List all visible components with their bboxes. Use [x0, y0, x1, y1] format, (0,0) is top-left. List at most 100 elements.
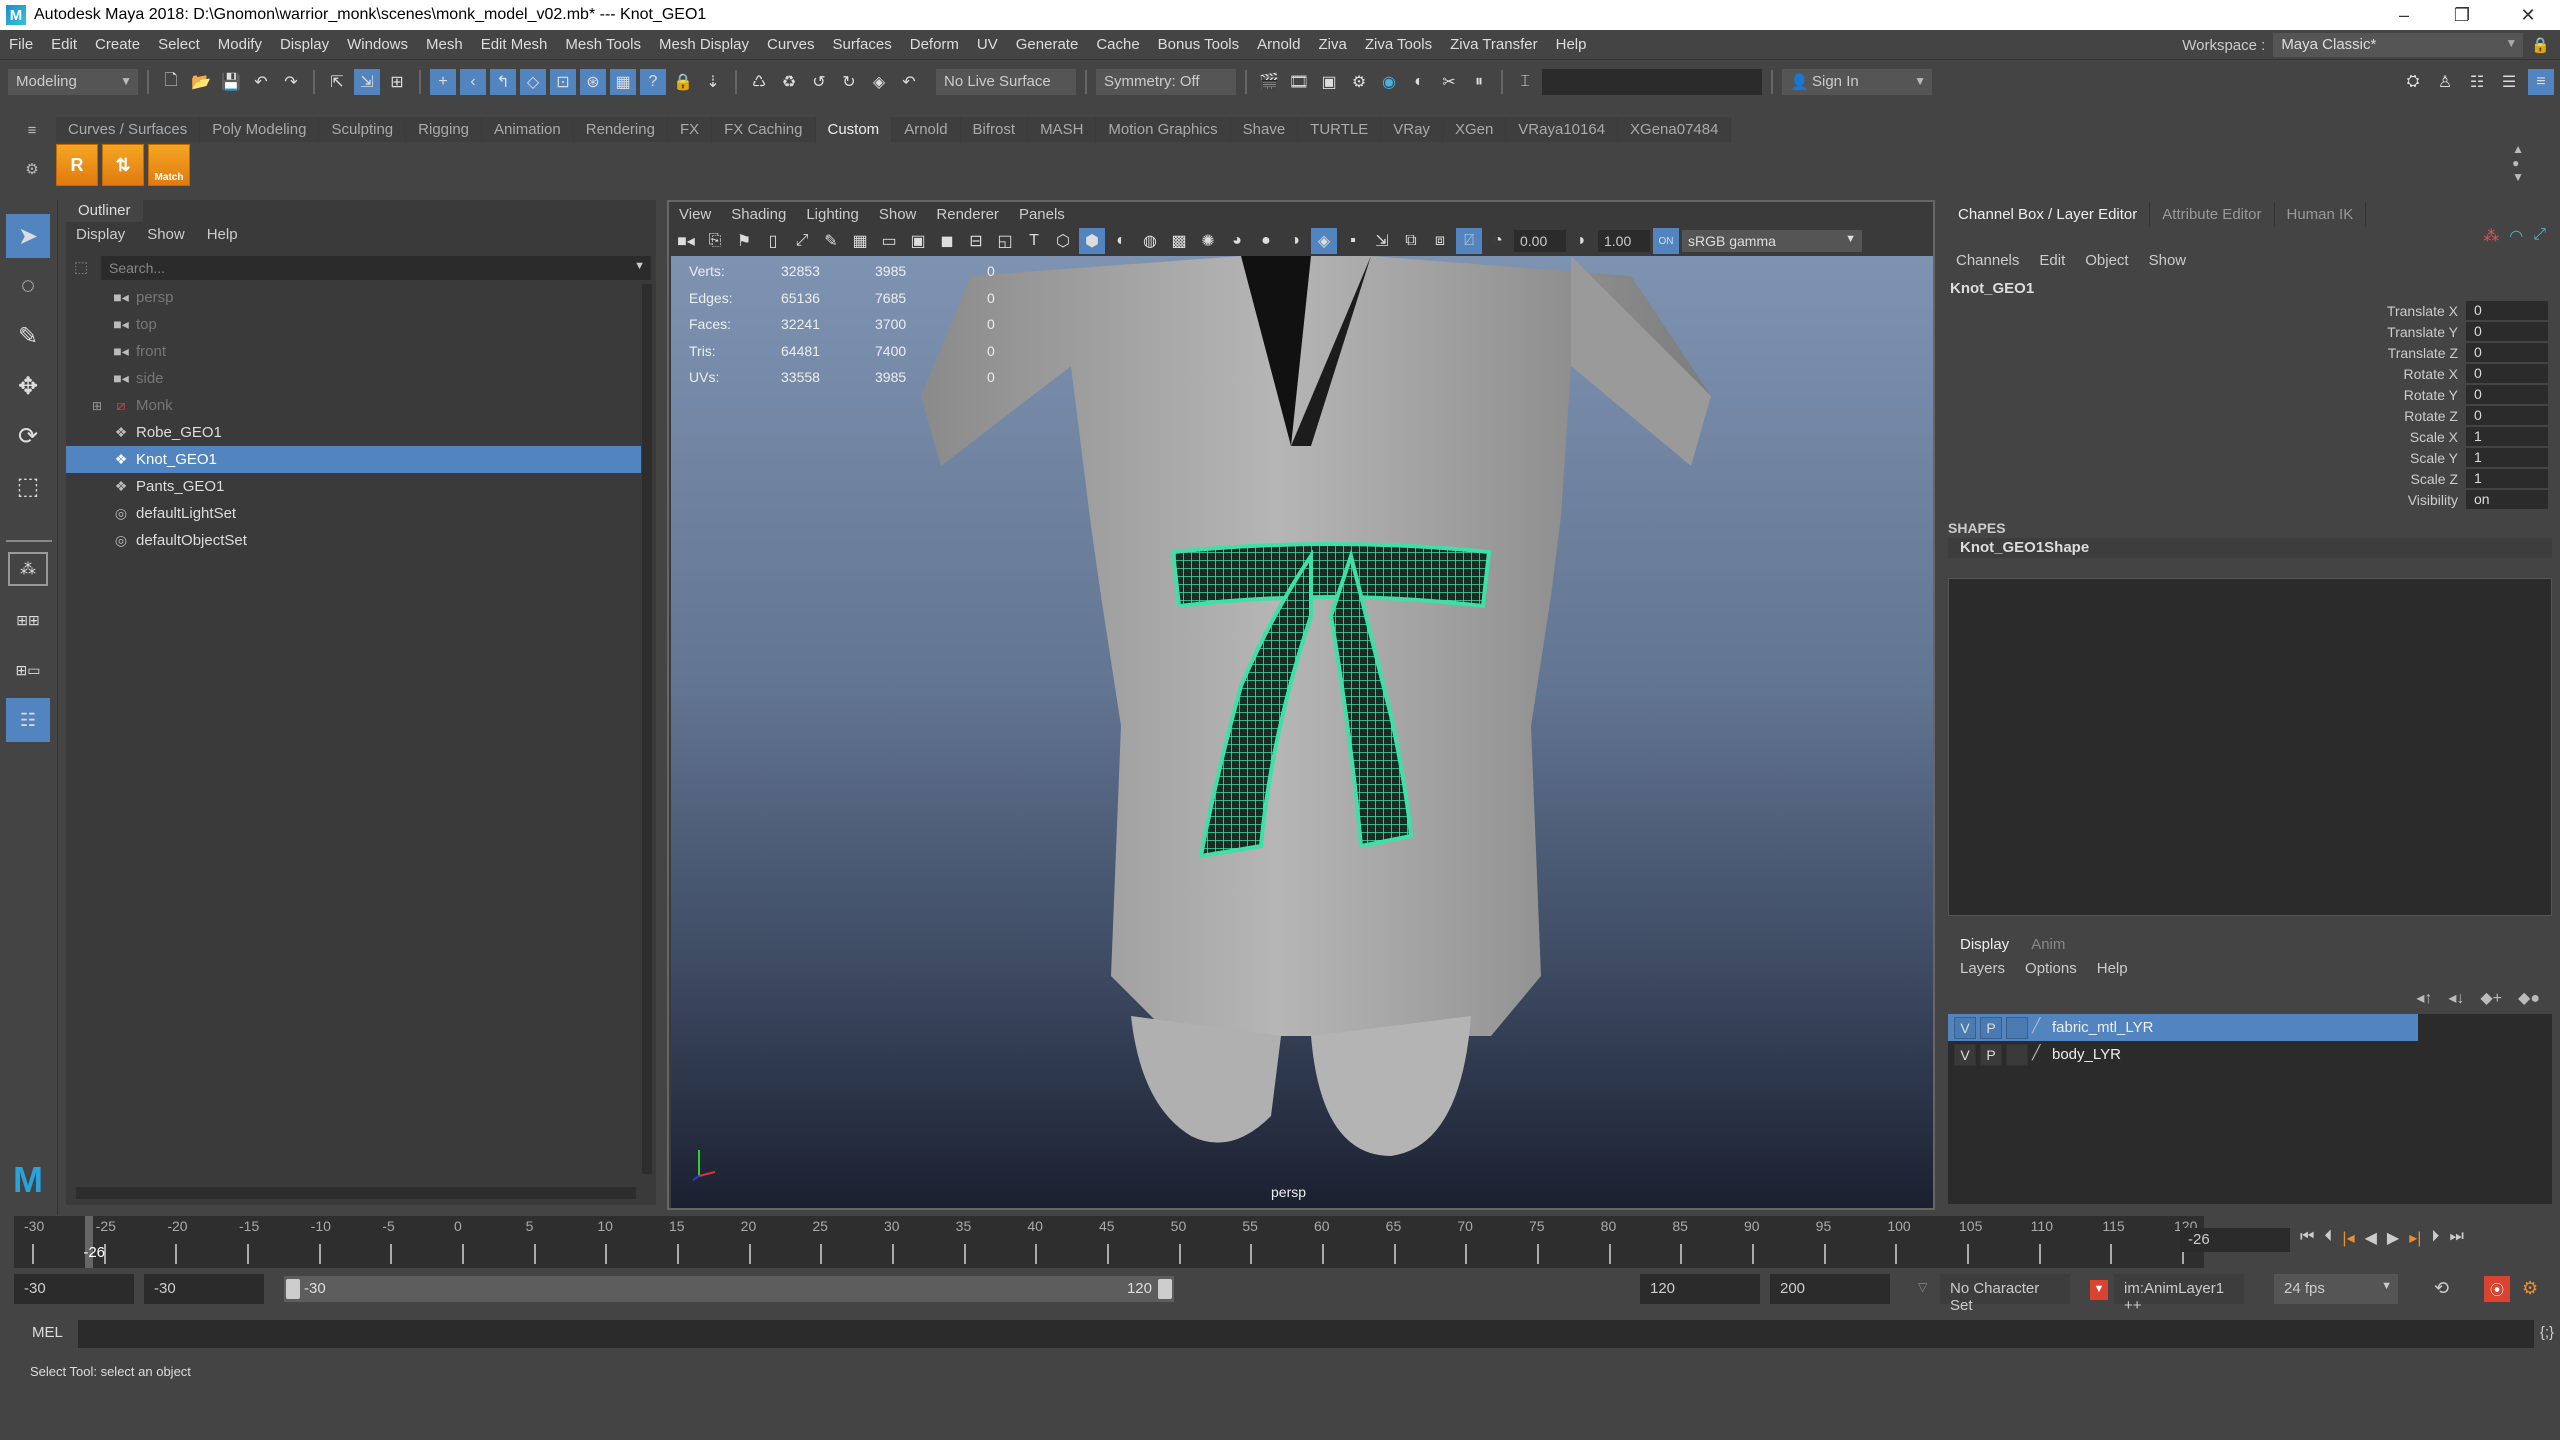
- snap-projected-icon[interactable]: ◇: [520, 69, 546, 95]
- le-menu-options[interactable]: Options: [2025, 960, 2077, 977]
- magnet-icon[interactable]: ◈: [866, 69, 892, 95]
- current-frame-field[interactable]: -26: [2180, 1228, 2290, 1252]
- go-to-start-icon[interactable]: ⏮: [2300, 1228, 2314, 1248]
- input-line-field[interactable]: [1542, 69, 1762, 95]
- expand-icon[interactable]: ⊞: [92, 399, 102, 413]
- isolate-select-icon[interactable]: ⇲: [1369, 228, 1395, 254]
- shelf-tab-fx[interactable]: FX: [667, 117, 713, 142]
- 3d-scene-view[interactable]: Verts: 32853 3985 0 Edges: 65136 7685 0 Faces:…: [671, 256, 1933, 1208]
- menu-file[interactable]: File: [0, 36, 42, 53]
- snap-together-icon[interactable]: ↶: [896, 69, 922, 95]
- select-hierarchy-icon[interactable]: ⇱: [324, 69, 350, 95]
- rotate-tool-icon[interactable]: ⟳: [6, 414, 50, 458]
- menu-help[interactable]: Help: [1547, 36, 1596, 53]
- gamma-icon[interactable]: ◗: [1569, 228, 1595, 254]
- shelf-tab-rendering[interactable]: Rendering: [573, 117, 668, 142]
- shelf-menu-icon[interactable]: ≡: [28, 122, 37, 139]
- shelf-settings-icon[interactable]: ⚙: [25, 160, 38, 178]
- le-menu-help[interactable]: Help: [2097, 960, 2128, 977]
- attr-translate-z[interactable]: Translate Z 0: [1908, 342, 2548, 363]
- gate-mask-icon[interactable]: ◼: [934, 228, 960, 254]
- lights-icon[interactable]: ✺: [1195, 228, 1221, 254]
- wireframe-on-shaded-icon[interactable]: ◍: [1137, 228, 1163, 254]
- close-button[interactable]: ✕: [2500, 0, 2556, 30]
- hypershade-icon[interactable]: ◉: [1376, 69, 1402, 95]
- menu-windows[interactable]: Windows: [338, 36, 417, 53]
- menu-ziva[interactable]: Ziva: [1309, 36, 1355, 53]
- visibility-toggle[interactable]: V: [1954, 1016, 1976, 1039]
- attr-visibility[interactable]: Visibility on: [1908, 489, 2548, 510]
- shelf-tab-xgen[interactable]: XGen: [1442, 117, 1507, 142]
- shelf-tab-xgena07484[interactable]: XGena07484: [1618, 117, 1732, 142]
- attr-scale-y[interactable]: Scale Y 1: [1908, 447, 2548, 468]
- manipulator-icon[interactable]: ⁂: [2483, 226, 2499, 246]
- attr-value[interactable]: 1: [2466, 469, 2548, 488]
- highlight-selection-icon[interactable]: ⇣: [700, 69, 726, 95]
- anim-layer-menu-icon[interactable]: ▼: [2090, 1280, 2108, 1300]
- lock-selection-icon[interactable]: 🔒: [670, 69, 696, 95]
- snap-curve-icon[interactable]: ‹: [460, 69, 486, 95]
- outliner-item[interactable]: ⊞ ⧄ Monk: [66, 392, 641, 419]
- anim-layer-field[interactable]: im:AnimLayer1 ++: [2114, 1274, 2244, 1314]
- shadows-icon[interactable]: ◕: [1224, 228, 1250, 254]
- le-menu-layers[interactable]: Layers: [1960, 960, 2005, 977]
- move-tool-icon[interactable]: ✥: [6, 364, 50, 408]
- select-component-icon[interactable]: ⊞: [384, 69, 410, 95]
- two-view-layout-icon[interactable]: ⊞▭: [6, 648, 50, 692]
- layer-color-swatch[interactable]: ╱: [2032, 1044, 2048, 1066]
- shelf-tab-vraya10164[interactable]: VRaya10164: [1506, 117, 1619, 142]
- step-forward-frame-icon[interactable]: ⏵: [2431, 1228, 2439, 1248]
- attr-value[interactable]: 1: [2466, 448, 2548, 467]
- shelf-button-match[interactable]: Match: [148, 144, 190, 186]
- attr-rotate-z[interactable]: Rotate Z 0: [1908, 405, 2548, 426]
- 2d-pan-zoom-icon[interactable]: ⤢: [789, 228, 815, 254]
- color-space-dropdown[interactable]: sRGB gamma: [1682, 230, 1862, 252]
- loop-icon[interactable]: ⟲: [2434, 1278, 2449, 1299]
- range-end-handle[interactable]: [1158, 1279, 1172, 1299]
- history-icon[interactable]: ♺: [746, 69, 772, 95]
- go-to-end-icon[interactable]: ⏭: [2449, 1228, 2463, 1248]
- attr-translate-y[interactable]: Translate Y 0: [1908, 321, 2548, 342]
- display-type-toggle[interactable]: [2006, 1043, 2028, 1066]
- range-start-handle[interactable]: [286, 1279, 300, 1299]
- open-scene-icon[interactable]: 📂: [188, 69, 214, 95]
- field-chart-icon[interactable]: ⊟: [963, 228, 989, 254]
- save-scene-icon[interactable]: 💾: [218, 69, 244, 95]
- shelf-tab-curves-surfaces[interactable]: Curves / Surfaces: [56, 117, 201, 142]
- shelf-tab-animation[interactable]: Animation: [482, 117, 574, 142]
- outliner-menu-display[interactable]: Display: [76, 226, 125, 243]
- play-forwards-icon[interactable]: ▶: [2387, 1228, 2399, 1248]
- outliner-horizontal-scrollbar[interactable]: [76, 1187, 636, 1199]
- symmetry-dropdown[interactable]: Symmetry: Off: [1096, 69, 1236, 95]
- shelf-tab-arnold[interactable]: Arnold: [892, 117, 961, 142]
- menu-select[interactable]: Select: [149, 36, 209, 53]
- menuset-dropdown[interactable]: Modeling ▼: [8, 69, 138, 95]
- make-live-icon[interactable]: ⊛: [580, 69, 606, 95]
- default-material-icon[interactable]: ◐: [1108, 228, 1134, 254]
- step-back-frame-icon[interactable]: ⏴: [2324, 1228, 2332, 1248]
- render-view-icon[interactable]: 🎬: [1256, 69, 1282, 95]
- menu-ziva-tools[interactable]: Ziva Tools: [1356, 36, 1441, 53]
- animation-end-field[interactable]: 200: [1770, 1274, 1890, 1304]
- select-object-icon[interactable]: ⇲: [354, 69, 380, 95]
- xray-icon[interactable]: ⧉: [1398, 228, 1424, 254]
- menu-bonus-tools[interactable]: Bonus Tools: [1149, 36, 1248, 53]
- move-layer-down-icon[interactable]: ◂↓: [2448, 988, 2464, 1008]
- light-editor-icon[interactable]: ✂: [1436, 69, 1462, 95]
- shelf-scroll-icon[interactable]: ▲ ● ▼: [2512, 142, 2524, 184]
- move-layer-up-icon[interactable]: ◂↑: [2416, 988, 2432, 1008]
- outliner-item[interactable]: ❖ Robe_GEO1: [66, 419, 641, 446]
- playback-toggle[interactable]: P: [1980, 1043, 2002, 1066]
- shelf-tab-motion-graphics[interactable]: Motion Graphics: [1096, 117, 1231, 142]
- motion-blur-icon[interactable]: ◑: [1282, 228, 1308, 254]
- render-current-icon[interactable]: 🎞: [1286, 69, 1312, 95]
- modeling-toolkit-icon[interactable]: ⛭: [2400, 69, 2426, 95]
- layer-color-swatch[interactable]: ╱: [2032, 1017, 2048, 1039]
- attr-value[interactable]: 0: [2466, 343, 2548, 362]
- grease-pencil-icon[interactable]: ✎: [818, 228, 844, 254]
- menu-edit[interactable]: Edit: [42, 36, 86, 53]
- attr-rotate-x[interactable]: Rotate X 0: [1908, 363, 2548, 384]
- menu-mesh[interactable]: Mesh: [417, 36, 472, 53]
- new-layer-selected-icon[interactable]: ◆●: [2518, 988, 2540, 1008]
- tool-settings-icon[interactable]: ☰: [2496, 69, 2522, 95]
